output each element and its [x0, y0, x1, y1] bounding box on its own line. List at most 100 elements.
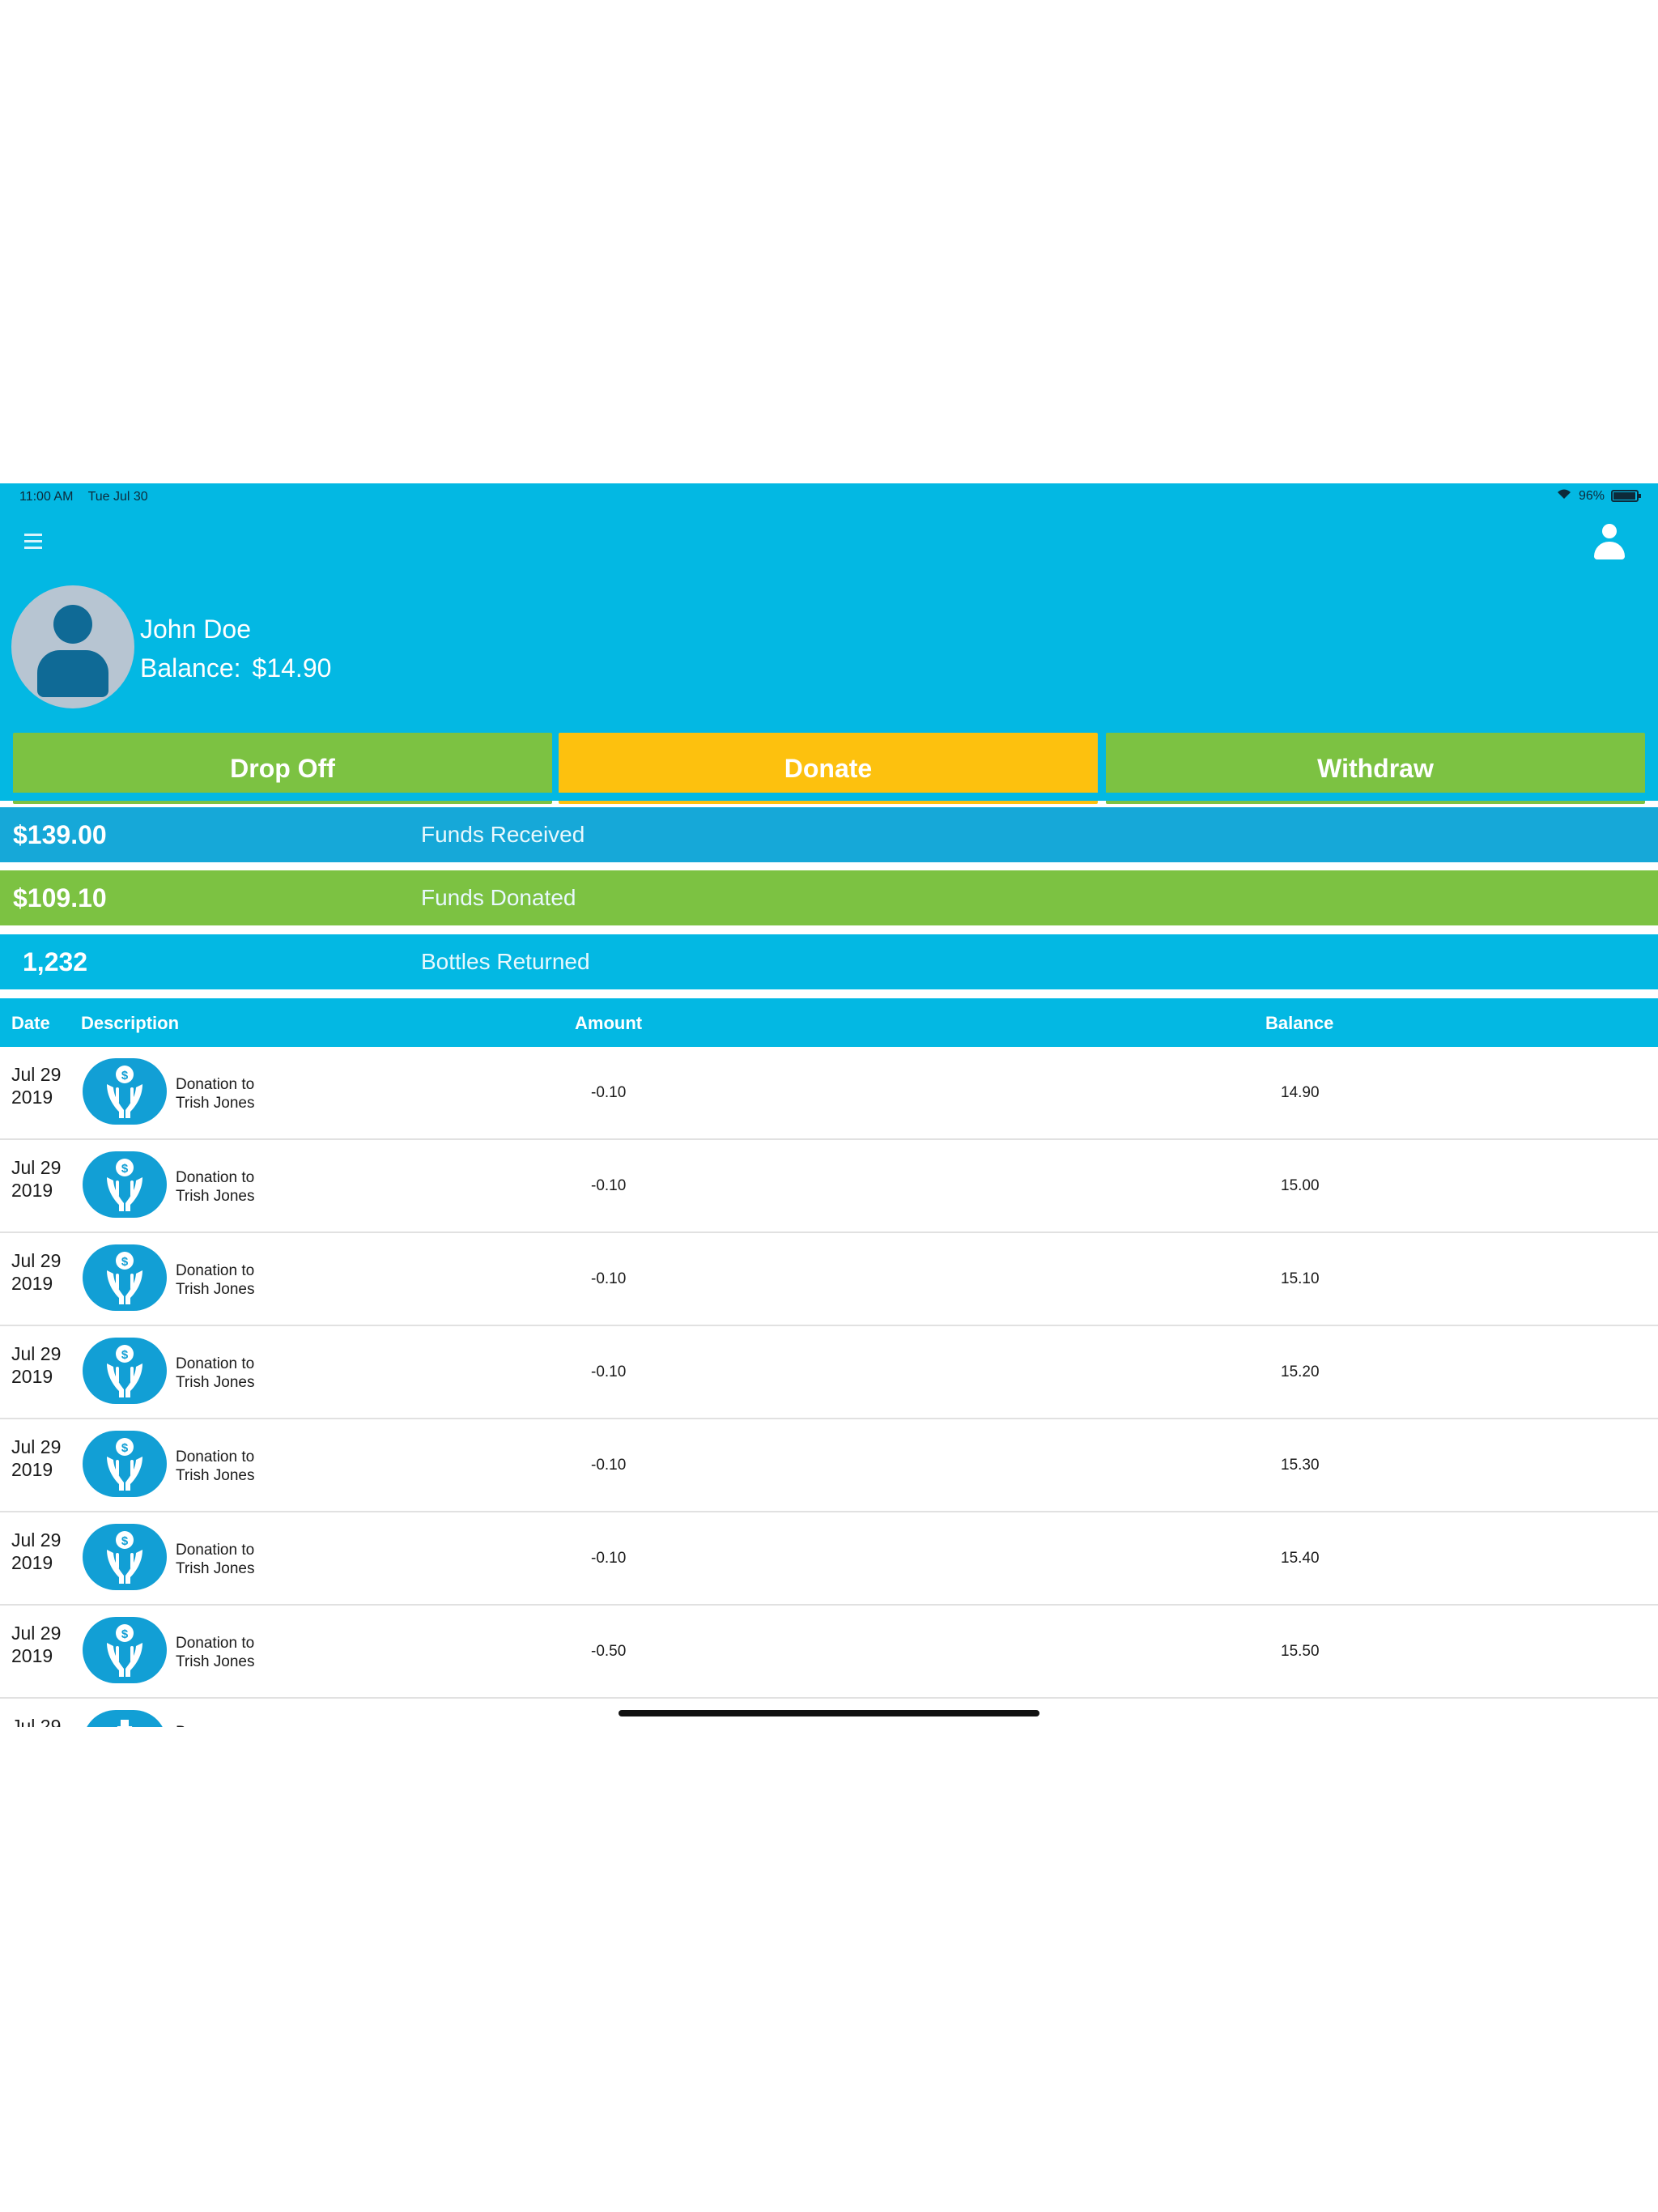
row-date-day: Jul 29	[11, 1157, 62, 1178]
avatar	[11, 585, 134, 708]
row-balance: 14.90	[1281, 1084, 1320, 1101]
divider	[0, 793, 1658, 801]
row-date-year: 2019	[11, 1180, 53, 1201]
table-header: Date Description Amount Balance	[0, 998, 1658, 1047]
row-date-year: 2019	[11, 1552, 53, 1573]
stat-funds-received: $139.00 Funds Received	[0, 807, 1658, 862]
row-amount: -0.10	[591, 1270, 627, 1287]
row-description: Donation to Trish Jones	[176, 1075, 255, 1112]
donation-hands-icon: $	[83, 1058, 167, 1125]
table-row[interactable]: Jul 29 2019 $ Donation to Trish Jones -0.50 15…	[0, 1606, 1658, 1699]
stat-bottles-returned: 1,232 Bottles Returned	[0, 934, 1658, 989]
row-date: Jul 29	[11, 1715, 61, 1727]
row-description-line2: Trish Jones	[176, 1095, 255, 1112]
stat-label: Funds Received	[421, 822, 585, 847]
donation-hands-icon: $	[83, 1244, 167, 1311]
row-description-line1: Donation to	[176, 1635, 255, 1652]
battery-percent: 96%	[1578, 488, 1605, 503]
app-screen: 11:00 AM Tue Jul 30 96% John Doe Balance…	[0, 483, 1658, 1727]
row-date-year: 2019	[11, 1273, 53, 1294]
status-bar: 11:00 AM Tue Jul 30 96%	[0, 483, 1658, 509]
donation-hands-icon: $	[83, 1151, 167, 1218]
row-date-day: Jul 29	[11, 1623, 62, 1644]
row-date-day: Jul 29	[11, 1250, 62, 1271]
row-date-day: Jul 29	[11, 1064, 62, 1085]
svg-text:$: $	[121, 1069, 129, 1083]
row-date-year: 2019	[11, 1645, 53, 1666]
row-balance: 15.10	[1281, 1270, 1320, 1287]
wifi-icon	[1556, 488, 1572, 504]
row-balance: 15.20	[1281, 1363, 1320, 1380]
row-description: Bag	[176, 1723, 203, 1727]
person-icon[interactable]	[1593, 524, 1626, 561]
row-balance: 15.00	[1281, 1177, 1320, 1194]
transaction-list: Jul 29 2019 $ Donation to Trish Jones -0.10 14…	[0, 1047, 1658, 1727]
svg-text:$: $	[121, 1441, 129, 1455]
row-description-line1: Donation to	[176, 1262, 255, 1279]
status-date: Tue Jul 30	[87, 490, 148, 504]
table-row[interactable]: Jul 29 2019 $ Donation to Trish Jones -0.10 15…	[0, 1140, 1658, 1233]
row-amount: -0.10	[591, 1177, 627, 1194]
row-date-year: 2019	[11, 1366, 53, 1387]
row-date-day: Jul 29	[11, 1529, 62, 1551]
user-name: John Doe	[140, 615, 251, 644]
row-date: Jul 29 2019	[11, 1342, 61, 1388]
donation-hands-icon: $	[83, 1524, 167, 1590]
row-description: Donation to Trish Jones	[176, 1168, 255, 1206]
row-description: Donation to Trish Jones	[176, 1261, 255, 1299]
table-row[interactable]: Jul 29 2019 $ Donation to Trish Jones -0.10 14…	[0, 1047, 1658, 1140]
stat-value: $139.00	[13, 819, 107, 849]
row-date: Jul 29 2019	[11, 1156, 61, 1202]
balance-value: $14.90	[252, 653, 332, 683]
row-description-line2: Trish Jones	[176, 1467, 255, 1484]
table-row[interactable]: Jul 29 2019 $ Donation to Trish Jones -0.10 15…	[0, 1326, 1658, 1419]
row-amount: -0.10	[591, 1457, 627, 1474]
row-description-line1: Donation to	[176, 1169, 255, 1186]
row-description-line2: Trish Jones	[176, 1653, 255, 1670]
row-date-year: 2019	[11, 1459, 53, 1480]
svg-text:$: $	[121, 1255, 129, 1269]
donation-hands-icon: $	[83, 1617, 167, 1683]
row-date: Jul 29 2019	[11, 1249, 61, 1295]
row-amount: -0.10	[591, 1550, 627, 1567]
stat-funds-donated: $109.10 Funds Donated	[0, 870, 1658, 925]
donation-hands-icon: $	[83, 1338, 167, 1404]
battery-icon	[1611, 490, 1641, 502]
table-row[interactable]: Jul 29 2019 $ Donation to Trish Jones -0.10 15…	[0, 1233, 1658, 1326]
donation-hands-icon: $	[83, 1431, 167, 1497]
header-date: Date	[11, 1013, 50, 1033]
row-description-line2: Trish Jones	[176, 1374, 255, 1391]
user-balance: Balance: $14.90	[140, 653, 331, 683]
row-date: Jul 29 2019	[11, 1436, 61, 1481]
row-description-line2: Trish Jones	[176, 1281, 255, 1298]
row-date-day: Jul 29	[11, 1343, 62, 1364]
row-date-day: Jul 29	[11, 1436, 62, 1457]
row-description-line1: Donation to	[176, 1076, 255, 1093]
stat-label: Bottles Returned	[421, 949, 590, 974]
row-description-line2: Trish Jones	[176, 1560, 255, 1577]
row-description-line1: Bag	[176, 1723, 203, 1727]
stat-value: 1,232	[23, 946, 88, 976]
hamburger-menu-icon[interactable]	[24, 534, 42, 553]
table-row[interactable]: Jul 29 2019 $ Donation to Trish Jones -0.10 15…	[0, 1512, 1658, 1606]
row-date: Jul 29 2019	[11, 1529, 61, 1574]
row-date-day: Jul 29	[11, 1716, 62, 1727]
header-amount: Amount	[575, 1013, 643, 1033]
table-row[interactable]: Jul 29 2019 $ Donation to Trish Jones -0.10 15…	[0, 1419, 1658, 1512]
status-time: 11:00 AM	[19, 490, 74, 504]
svg-text:$: $	[121, 1534, 129, 1548]
row-balance: 15.50	[1281, 1643, 1320, 1660]
row-description: Donation to Trish Jones	[176, 1355, 255, 1392]
bottle-icon	[83, 1710, 167, 1727]
row-description-line2: Trish Jones	[176, 1188, 255, 1205]
balance-label: Balance:	[140, 653, 241, 683]
row-balance: 15.40	[1281, 1550, 1320, 1567]
row-amount: -0.10	[591, 1084, 627, 1101]
home-indicator[interactable]	[619, 1710, 1039, 1716]
svg-text:$: $	[121, 1162, 129, 1176]
navigation-bar	[0, 509, 1658, 576]
row-description: Donation to Trish Jones	[176, 1541, 255, 1578]
profile-header: John Doe Balance: $14.90 Drop Off Donate …	[0, 574, 1658, 804]
row-date: Jul 29 2019	[11, 1622, 61, 1667]
row-amount: -0.10	[591, 1363, 627, 1380]
